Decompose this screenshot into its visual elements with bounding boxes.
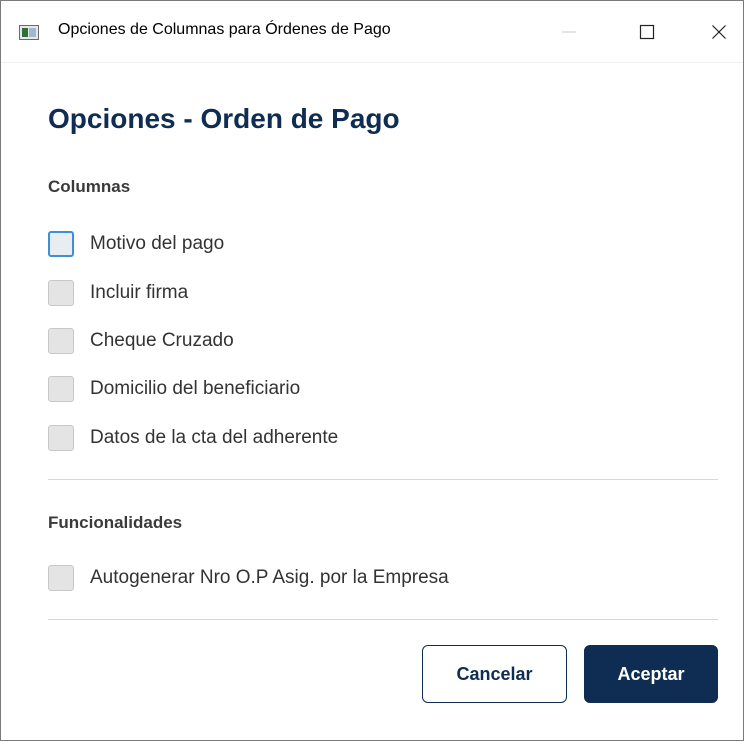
- close-icon: [712, 25, 726, 39]
- accept-button[interactable]: Aceptar: [584, 645, 718, 703]
- app-window-icon: [19, 25, 39, 40]
- minimize-icon: [562, 31, 576, 33]
- checkbox-box[interactable]: [48, 376, 74, 402]
- minimize-button[interactable]: [549, 15, 589, 49]
- close-button[interactable]: [699, 15, 739, 49]
- checkbox-label: Motivo del pago: [90, 233, 225, 254]
- cancel-button[interactable]: Cancelar: [422, 645, 567, 703]
- columns-section-label: Columnas: [48, 177, 131, 196]
- checkbox-label: Domicilio del beneficiario: [90, 378, 301, 399]
- features-section-label: Funcionalidades: [48, 513, 183, 532]
- section-divider: [48, 619, 718, 620]
- checkbox-box[interactable]: [48, 328, 74, 354]
- checkbox-label: Incluir firma: [90, 282, 189, 303]
- maximize-icon: [639, 24, 655, 40]
- checkbox-box[interactable]: [48, 425, 74, 451]
- maximize-button[interactable]: [627, 15, 667, 49]
- checkbox-incluir-firma[interactable]: Incluir firma: [48, 278, 188, 308]
- checkbox-datos-cta-adherente[interactable]: Datos de la cta del adherente: [48, 423, 338, 453]
- dialog-content: Opciones - Orden de Pago Columnas Motivo…: [1, 63, 743, 740]
- checkbox-domicilio-del-beneficiario[interactable]: Domicilio del beneficiario: [48, 374, 300, 404]
- checkbox-box[interactable]: [48, 231, 74, 257]
- checkbox-label: Autogenerar Nro O.P Asig. por la Empresa: [90, 567, 449, 588]
- title-bar[interactable]: Opciones de Columnas para Órdenes de Pag…: [1, 1, 743, 63]
- checkbox-label: Datos de la cta del adherente: [90, 427, 339, 448]
- section-divider: [48, 479, 718, 480]
- dialog-window: Opciones de Columnas para Órdenes de Pag…: [0, 0, 744, 741]
- checkbox-cheque-cruzado[interactable]: Cheque Cruzado: [48, 326, 234, 356]
- checkbox-box[interactable]: [48, 280, 74, 306]
- window-title: Opciones de Columnas para Órdenes de Pag…: [58, 21, 391, 38]
- checkbox-motivo-del-pago[interactable]: Motivo del pago: [48, 229, 224, 259]
- checkbox-box[interactable]: [48, 565, 74, 591]
- checkbox-label: Cheque Cruzado: [90, 330, 234, 351]
- checkbox-autogenerar-nro-op[interactable]: Autogenerar Nro O.P Asig. por la Empresa: [48, 563, 449, 593]
- dialog-heading: Opciones - Orden de Pago: [48, 103, 400, 134]
